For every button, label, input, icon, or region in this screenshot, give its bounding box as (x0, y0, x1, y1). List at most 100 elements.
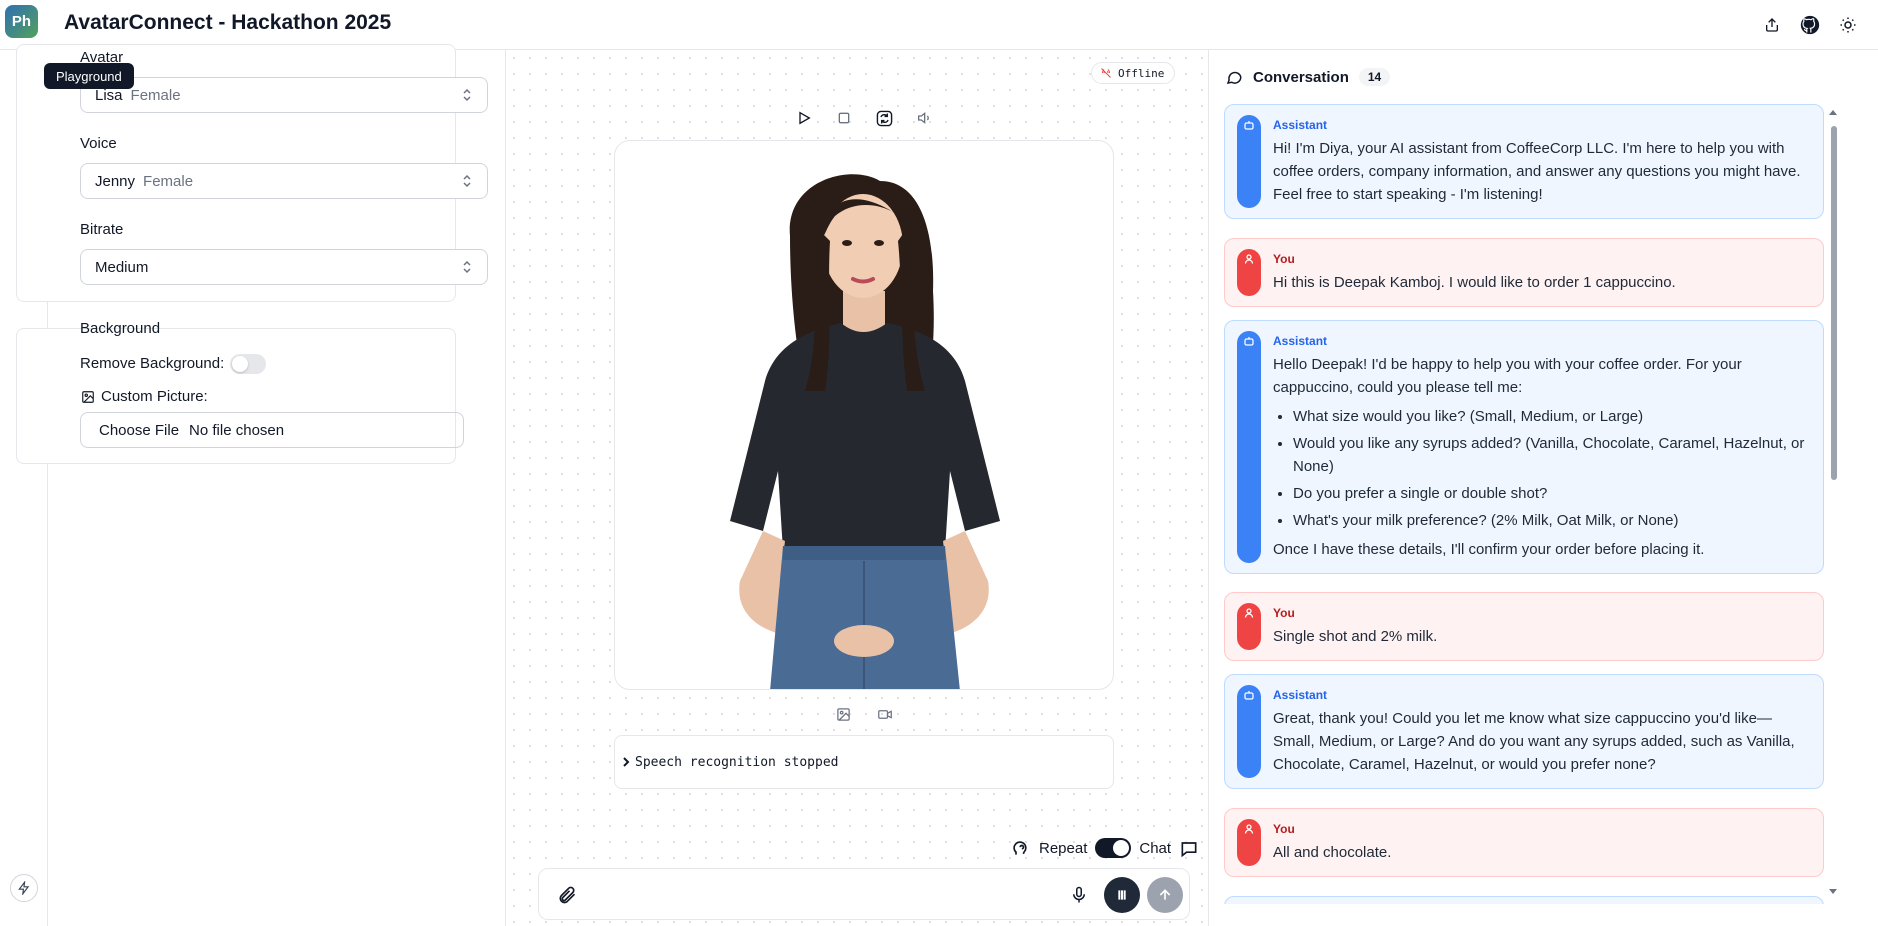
list-item: What size would you like? (Small, Medium… (1293, 405, 1807, 428)
offline-icon (1101, 68, 1111, 78)
volume-icon (918, 111, 929, 125)
attach-button[interactable] (549, 877, 585, 913)
remove-background-label: Remove Background: (80, 355, 225, 372)
camera-button[interactable] (874, 704, 896, 724)
bitrate-label: Bitrate (80, 221, 124, 238)
mode-repeat-label: Repeat (1039, 839, 1088, 857)
voice-value: Jenny (95, 172, 136, 190)
bolt-icon (18, 881, 30, 895)
avatar-select[interactable]: Lisa Female (80, 77, 488, 113)
bot-icon (1244, 337, 1254, 346)
background-title: Background (80, 320, 161, 337)
message-list[interactable]: Assistant Hi! I'm Diya, your AI assistan… (1224, 104, 1824, 904)
voice-select[interactable]: Jenny Female (80, 163, 488, 199)
chat-bot-icon (1181, 842, 1197, 858)
custom-picture-label: Custom Picture: (101, 388, 208, 405)
message-assistant-partial (1224, 896, 1824, 904)
share-icon (1766, 18, 1778, 32)
theme-toggle-button[interactable] (1832, 9, 1864, 41)
message-user: You Hi this is Deepak Kamboj. I would li… (1224, 238, 1824, 307)
sun-icon (1840, 17, 1856, 33)
image-icon (836, 707, 850, 721)
user-marker (1237, 819, 1261, 866)
bot-icon (1244, 121, 1254, 130)
refresh-button[interactable] (872, 106, 896, 130)
message-text: Single shot and 2% milk. (1273, 628, 1438, 645)
message-text: All and chocolate. (1273, 844, 1392, 861)
message-assistant: Assistant Great, thank you! Could you le… (1224, 674, 1824, 789)
arrow-up-icon (1159, 889, 1171, 900)
mode-chat-label: Chat (1139, 839, 1172, 857)
message-user: You All and chocolate. (1224, 808, 1824, 877)
assistant-marker (1237, 685, 1261, 778)
avatar-detail: Female (130, 86, 181, 104)
voice-detail: Female (143, 172, 194, 190)
chat-mode-toggle[interactable] (1095, 838, 1132, 858)
top-bar: Ph AvatarConnect - Hackathon 2025 (0, 0, 1878, 50)
list-item: Do you prefer a single or double shot? (1293, 482, 1807, 505)
user-icon (1244, 608, 1254, 618)
github-button[interactable] (1794, 9, 1826, 41)
refresh-icon (876, 110, 892, 126)
scroll-thumb[interactable] (1831, 126, 1837, 480)
message-role: You (1273, 822, 1295, 836)
message-text: Hi! I'm Diya, your AI assistant from Cof… (1273, 140, 1801, 203)
play-button[interactable] (792, 106, 816, 130)
chevron-updown-icon (463, 174, 471, 188)
remove-background-toggle[interactable] (230, 354, 266, 374)
connection-status-text: Offline (1118, 66, 1165, 80)
video-camera-icon (878, 709, 892, 719)
send-button[interactable] (1147, 877, 1183, 913)
scroll-up-icon (1829, 110, 1837, 115)
user-icon (1244, 824, 1254, 834)
bitrate-value: Medium (95, 258, 149, 276)
voice-label: Voice (80, 135, 117, 152)
message-role: Assistant (1273, 688, 1328, 702)
message-text: Hello Deepak! I'd be happy to help you w… (1273, 356, 1742, 396)
voice-mode-button[interactable] (1104, 877, 1140, 913)
list-item: Would you like any syrups added? (Vanill… (1293, 432, 1807, 478)
conversation-title: Conversation (1253, 68, 1349, 86)
stop-icon (838, 112, 850, 124)
bot-icon (1244, 691, 1254, 700)
message-text: Hi this is Deepak Kamboj. I would like t… (1273, 274, 1676, 291)
repeat-speech-icon (1013, 841, 1027, 855)
custom-picture-input[interactable]: Choose File No file chosen (80, 412, 464, 448)
choose-file-button[interactable]: Choose File (99, 422, 179, 439)
message-circle-icon (1226, 71, 1242, 85)
message-role: Assistant (1273, 334, 1328, 348)
nav-tooltip: Playground (44, 63, 134, 89)
image-icon (82, 391, 94, 403)
bitrate-select[interactable]: Medium (80, 249, 488, 285)
app-title: AvatarConnect - Hackathon 2025 (64, 11, 392, 34)
microphone-button[interactable] (1061, 877, 1097, 913)
list-item: What's your milk preference? (2% Milk, O… (1293, 509, 1807, 532)
user-marker (1237, 249, 1261, 296)
avatar-figure-image (730, 174, 1000, 689)
avatar-video (614, 140, 1114, 690)
connection-status-badge: Offline (1091, 62, 1176, 84)
message-text: Great, thank you! Could you let me know … (1273, 710, 1795, 773)
message-composer[interactable] (538, 868, 1190, 920)
speech-log[interactable]: Speech recognition stopped (614, 735, 1114, 789)
message-count-badge: 14 (1358, 68, 1391, 86)
share-button[interactable] (1756, 9, 1788, 41)
message-user: You Single shot and 2% milk. (1224, 592, 1824, 661)
background-image-button[interactable] (832, 704, 854, 724)
microphone-icon (1073, 886, 1085, 903)
user-marker (1237, 603, 1261, 650)
play-icon (799, 111, 811, 125)
user-icon (1244, 254, 1254, 264)
github-icon (1800, 15, 1820, 35)
stop-button[interactable] (832, 106, 856, 130)
message-role: You (1273, 606, 1295, 620)
message-assistant: Assistant Hi! I'm Diya, your AI assistan… (1224, 104, 1824, 219)
message-footer: Once I have these details, I'll confirm … (1273, 541, 1705, 558)
chevron-updown-icon (463, 88, 471, 102)
quick-action-button[interactable] (10, 874, 38, 902)
volume-button[interactable] (912, 106, 936, 130)
conversation-header: Conversation 14 (1225, 68, 1391, 86)
message-role: Assistant (1273, 118, 1328, 132)
app-logo[interactable]: Ph (5, 5, 38, 38)
message-bullets: What size would you like? (Small, Medium… (1293, 405, 1807, 532)
